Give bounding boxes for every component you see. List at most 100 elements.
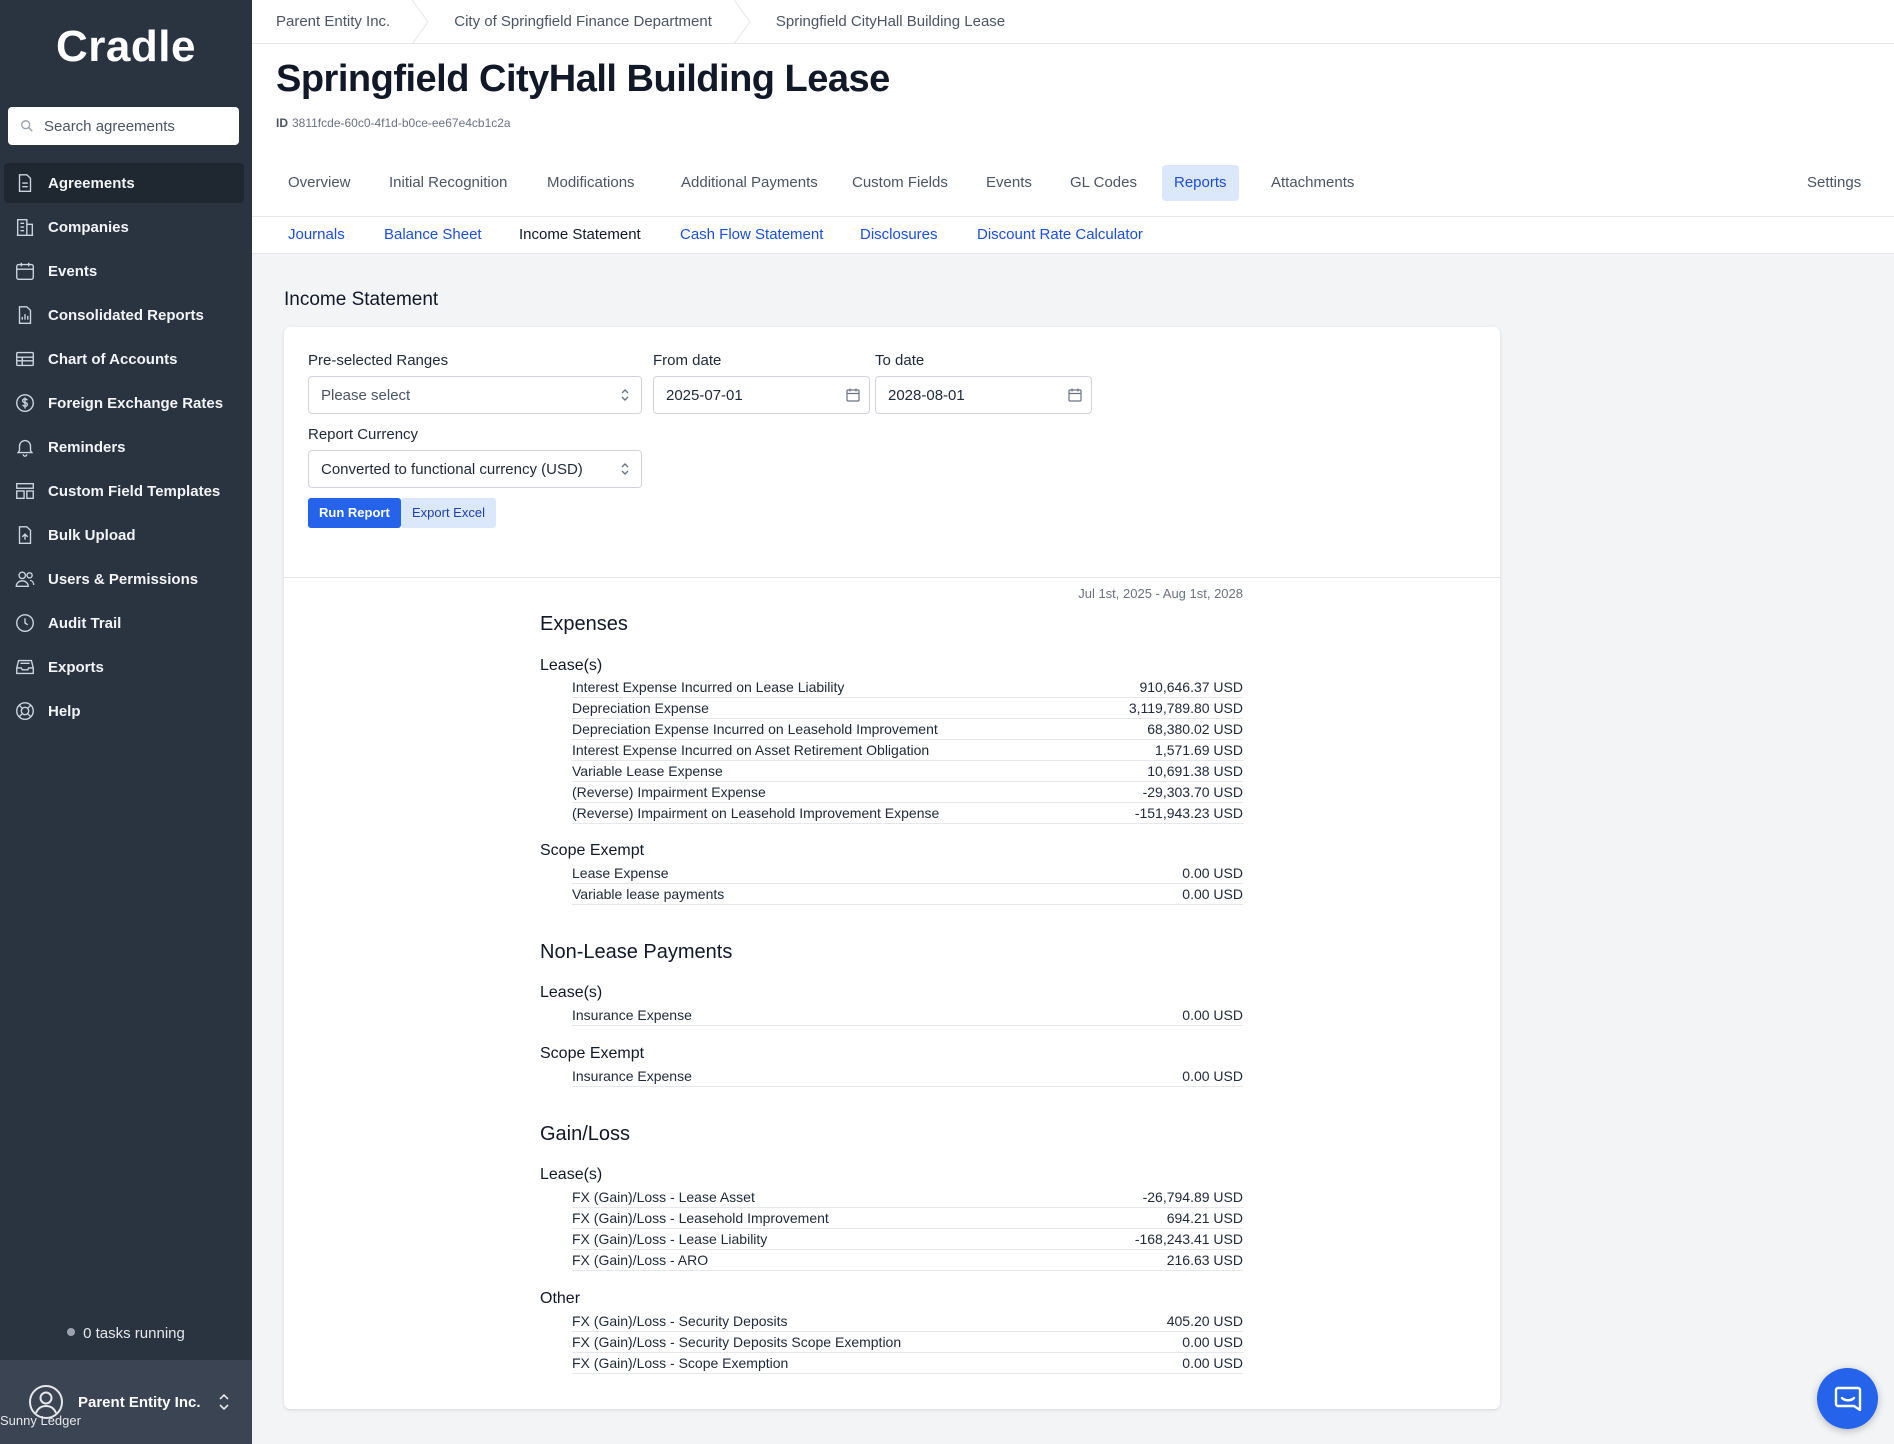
ranges-select[interactable]: Please select [308, 376, 642, 414]
sidebar-item-companies[interactable]: Companies [4, 207, 244, 247]
chevron-up-down-icon [621, 389, 629, 401]
row-label: Lease Expense [572, 865, 669, 881]
sidebar-item-audit-trail[interactable]: Audit Trail [4, 603, 244, 643]
tab-overview[interactable]: Overview [276, 165, 363, 201]
sidebar-item-bulk-upload[interactable]: Bulk Upload [4, 515, 244, 555]
table-row: Insurance Expense 0.00 USD [572, 1005, 1243, 1026]
app-logo: Cradle [56, 22, 196, 71]
table-row: Variable lease payments 0.00 USD [572, 884, 1243, 905]
subtab-journals[interactable]: Journals [288, 226, 345, 243]
document-icon [18, 174, 32, 192]
subtab-cash-flow-statement[interactable]: Cash Flow Statement [680, 226, 823, 243]
table-row: Insurance Expense 0.00 USD [572, 1066, 1243, 1087]
currency-select[interactable]: Converted to functional currency (USD) [308, 450, 642, 488]
chevron-up-down-icon [621, 463, 629, 475]
to-date-input[interactable]: 2028-08-01 [875, 376, 1092, 414]
row-value: 0.00 USD [1182, 1068, 1243, 1084]
row-label: FX (Gain)/Loss - Lease Liability [572, 1231, 768, 1247]
sidebar-item-events[interactable]: Events [4, 251, 244, 291]
table-row: FX (Gain)/Loss - Security Deposits Scope… [572, 1332, 1243, 1353]
row-label: FX (Gain)/Loss - Leasehold Improvement [572, 1210, 829, 1226]
subtab-income-statement[interactable]: Income Statement [519, 226, 641, 243]
sidebar-item-chart-of-accounts[interactable]: Chart of Accounts [4, 339, 244, 379]
sidebar-item-users-permissions[interactable]: Users & Permissions [4, 559, 244, 599]
template-icon [16, 482, 34, 500]
from-date-label: From date [653, 352, 722, 369]
sidebar-item-consolidated-reports[interactable]: Consolidated Reports [4, 295, 244, 335]
currency-label: Report Currency [308, 426, 419, 443]
to-date-value: 2028-08-01 [888, 386, 965, 404]
lifebuoy-icon [16, 702, 34, 720]
run-report-button[interactable]: Run Report [308, 498, 401, 528]
sidebar-item-agreements[interactable]: Agreements [4, 163, 244, 203]
calendar-icon[interactable] [845, 387, 861, 403]
breadcrumb-item[interactable]: Parent Entity Inc. [252, 0, 412, 44]
table-icon [16, 351, 34, 367]
breadcrumb-item[interactable]: City of Springfield Finance Department [430, 0, 734, 44]
sidebar-item-label: Companies [48, 218, 129, 236]
calendar-icon[interactable] [1067, 387, 1083, 403]
chat-support-button[interactable] [1817, 1368, 1878, 1429]
id-label: ID [276, 116, 288, 130]
row-value: 694.21 USD [1166, 1210, 1243, 1226]
agreement-id: ID 3811fcde-60c0-4f1d-b0ce-ee67e4cb1c2a [276, 116, 511, 130]
breadcrumb-label: City of Springfield Finance Department [454, 13, 712, 30]
row-label: Insurance Expense [572, 1068, 692, 1084]
tab-gl-codes[interactable]: GL Codes [1058, 165, 1149, 201]
tab-custom-fields[interactable]: Custom Fields [840, 165, 960, 201]
tab-initial-recognition[interactable]: Initial Recognition [377, 165, 519, 201]
subgroup-title: Other [540, 1290, 581, 1307]
report-subtabs: Journals Balance Sheet Income Statement … [252, 218, 1894, 254]
search-input[interactable]: Search agreements [8, 107, 239, 145]
sidebar: Cradle Search agreements Agreements Comp… [0, 0, 252, 1444]
row-label: Variable Lease Expense [572, 763, 723, 779]
subtab-disclosures[interactable]: Disclosures [860, 226, 938, 243]
subgroup-title: Scope Exempt [540, 842, 645, 859]
sidebar-item-help[interactable]: Help [4, 691, 244, 731]
sidebar-item-label: Agreements [48, 174, 135, 192]
currency-value: Converted to functional currency (USD) [321, 460, 583, 478]
sidebar-item-foreign-exchange-rates[interactable]: Foreign Exchange Rates [4, 383, 244, 423]
tab-modifications[interactable]: Modifications [535, 165, 647, 201]
row-value: 10,691.38 USD [1147, 763, 1243, 779]
subgroup-title: Scope Exempt [540, 1045, 645, 1062]
chat-icon [1834, 1386, 1861, 1411]
to-date-label: To date [875, 352, 925, 369]
sidebar-item-exports[interactable]: Exports [4, 647, 244, 687]
row-value: 0.00 USD [1182, 1007, 1243, 1023]
breadcrumb-item[interactable]: Springfield CityHall Building Lease [752, 0, 1027, 44]
sidebar-item-reminders[interactable]: Reminders [4, 427, 244, 467]
sidebar-item-custom-field-templates[interactable]: Custom Field Templates [4, 471, 244, 511]
users-icon [15, 571, 35, 588]
table-row: Variable Lease Expense 10,691.38 USD [572, 761, 1243, 782]
table-row: FX (Gain)/Loss - Lease Asset -26,794.89 U… [572, 1187, 1243, 1208]
sidebar-item-label: Bulk Upload [48, 526, 136, 544]
tab-settings[interactable]: Settings [1795, 165, 1873, 201]
row-value: -26,794.89 USD [1142, 1189, 1243, 1205]
tab-attachments[interactable]: Attachments [1259, 165, 1366, 201]
account-switcher[interactable]: Parent Entity Inc. Sunny Ledger [0, 1360, 252, 1444]
tab-events[interactable]: Events [974, 165, 1044, 201]
subtab-discount-rate-calculator[interactable]: Discount Rate Calculator [977, 226, 1143, 243]
tab-reports[interactable]: Reports [1162, 165, 1239, 201]
sidebar-item-label: Events [48, 262, 98, 280]
row-label: Variable lease payments [572, 886, 725, 902]
export-excel-button[interactable]: Export Excel [401, 498, 496, 528]
search-placeholder: Search agreements [44, 117, 175, 135]
main-tabs: Overview Initial Recognition Modificatio… [252, 165, 1894, 217]
main-content: Parent Entity Inc. City of Springfield F… [252, 0, 1894, 1444]
group-title: Non-Lease Payments [540, 941, 733, 963]
from-date-input[interactable]: 2025-07-01 [653, 376, 870, 414]
report-icon [18, 306, 32, 324]
from-date-value: 2025-07-01 [666, 386, 743, 404]
clock-icon [16, 614, 34, 632]
row-label: Interest Expense Incurred on Lease Liabi… [572, 679, 845, 695]
subtab-balance-sheet[interactable]: Balance Sheet [384, 226, 482, 243]
row-value: -151,943.23 USD [1134, 805, 1243, 821]
tab-additional-payments[interactable]: Additional Payments [669, 165, 830, 201]
tasks-status: 0 tasks running [0, 1325, 252, 1342]
row-value: 1,571.69 USD [1155, 742, 1243, 758]
ranges-value: Please select [321, 386, 411, 404]
sidebar-nav: Agreements Companies Events Consolidated… [0, 163, 252, 735]
account-name: Parent Entity Inc. [78, 1393, 201, 1411]
